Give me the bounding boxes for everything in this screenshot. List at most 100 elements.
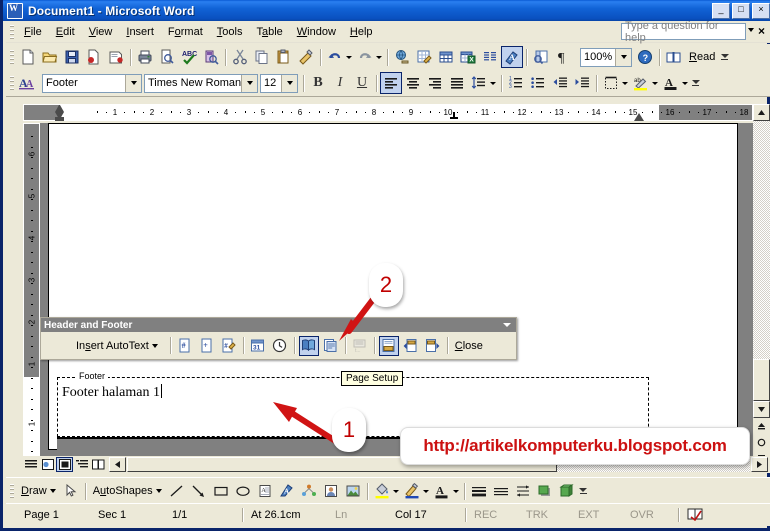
new-blank-document-icon[interactable] [17,46,39,68]
insert-excel-worksheet-icon[interactable]: X [457,46,479,68]
undo-icon[interactable] [324,46,346,68]
redo-icon[interactable] [354,46,376,68]
menu-file[interactable]: File [17,23,49,41]
standard-toolbar-grip[interactable] [10,50,14,64]
font-color-dropdown-icon[interactable] [452,489,459,493]
diagram-icon[interactable] [298,480,320,502]
align-center-icon[interactable] [402,72,424,94]
spelling-and-grammar-icon[interactable]: ABC [178,46,200,68]
font-size-combo[interactable]: 12 [260,73,298,93]
border-dropdown-icon[interactable] [622,81,628,85]
columns-icon[interactable] [479,46,501,68]
zoom-dropdown-icon[interactable] [615,48,631,66]
arrow-icon[interactable] [188,480,210,502]
permission-icon[interactable] [105,46,127,68]
vertical-ruler[interactable]: 6 5 4 3 2 1 1 [23,123,40,456]
normal-view-button[interactable] [22,457,39,472]
drawing-toolbar-overflow-icon[interactable] [578,480,589,502]
line-color-icon[interactable] [401,480,423,502]
tables-and-borders-icon[interactable] [413,46,435,68]
font-combo[interactable]: Times New Roman [144,73,258,93]
standard-toolbar-overflow-icon[interactable] [719,46,730,68]
text-box-icon[interactable]: A [254,480,276,502]
first-line-indent-marker[interactable] [55,104,64,112]
arrow-style-icon[interactable] [512,480,534,502]
document-map-icon[interactable] [530,46,552,68]
maximize-button[interactable]: □ [732,3,750,19]
highlight-icon[interactable]: ab [630,72,652,94]
line-icon[interactable] [166,480,188,502]
status-rec[interactable]: REC [468,509,520,521]
mail-recipient-icon[interactable] [83,46,105,68]
show-previous-icon[interactable] [401,336,421,356]
outside-border-icon[interactable] [600,72,622,94]
menu-view[interactable]: View [82,23,120,41]
line-spacing-icon[interactable] [468,72,490,94]
redo-dropdown-icon[interactable] [376,55,382,59]
menu-table[interactable]: Table [249,23,289,41]
menubar-grip[interactable] [10,24,14,39]
ask-a-question-box[interactable]: Type a question for help [621,20,746,44]
bullets-icon[interactable] [527,72,549,94]
align-left-icon[interactable] [380,72,402,94]
3d-style-icon[interactable] [556,480,578,502]
menu-tools[interactable]: Tools [210,23,250,41]
formatting-toolbar-grip[interactable] [10,76,14,90]
align-right-icon[interactable] [424,72,446,94]
print-layout-view-button[interactable] [56,457,73,472]
line-spacing-dropdown-icon[interactable] [490,81,496,85]
rectangle-icon[interactable] [210,480,232,502]
insert-hyperlink-icon[interactable] [391,46,413,68]
vertical-scrollbar[interactable] [753,104,770,466]
formatting-toolbar-overflow-icon[interactable] [690,72,701,94]
menu-window[interactable]: Window [290,23,343,41]
select-browse-object-button[interactable] [753,434,770,450]
menu-edit[interactable]: Edit [49,23,82,41]
fill-color-icon[interactable] [371,480,393,502]
insert-table-icon[interactable] [435,46,457,68]
draw-menu-button[interactable]: Draw [17,485,60,497]
dash-style-icon[interactable] [490,480,512,502]
format-painter-icon[interactable] [295,46,317,68]
status-ext[interactable]: EXT [572,509,624,521]
open-icon[interactable] [39,46,61,68]
menu-format[interactable]: Format [161,23,210,41]
toolbar-options-icon[interactable] [503,323,511,327]
scroll-right-button[interactable] [751,457,768,472]
undo-dropdown-icon[interactable] [346,55,352,59]
spelling-status-icon[interactable] [681,506,710,524]
align-justify-icon[interactable] [446,72,468,94]
font-color-dropdown-icon[interactable] [682,81,688,85]
insert-number-of-pages-icon[interactable]: + [197,336,217,356]
styles-and-formatting-icon[interactable]: AA [17,72,39,94]
cut-icon[interactable] [229,46,251,68]
show-next-icon[interactable] [423,336,443,356]
autoshapes-menu-button[interactable]: Au toShapes [89,485,166,497]
style-combo[interactable]: Footer [42,73,142,93]
line-color-dropdown-icon[interactable] [422,489,429,493]
outline-view-button[interactable] [73,457,90,472]
picture-icon[interactable] [342,480,364,502]
page-setup-icon[interactable] [298,335,319,356]
header-and-footer-toolbar[interactable]: Header and Footer In s ert AutoText # + # … [40,317,517,360]
right-indent-marker[interactable] [634,113,644,121]
status-trk[interactable]: TRK [520,509,572,521]
decrease-indent-icon[interactable] [549,72,571,94]
print-icon[interactable] [134,46,156,68]
oval-icon[interactable] [232,480,254,502]
reading-layout-view-button[interactable] [90,457,107,472]
scroll-down-button[interactable] [753,401,770,418]
minimize-button[interactable]: _ [712,3,730,19]
web-layout-view-button[interactable] [39,457,56,472]
footer-text[interactable]: Footer halaman 1 [62,384,162,401]
italic-button[interactable]: I [329,72,351,94]
font-color-icon[interactable]: A [431,480,453,502]
menu-help[interactable]: Help [343,23,380,41]
line-style-icon[interactable] [468,480,490,502]
font-color-icon[interactable]: A [660,72,682,94]
wordart-icon[interactable]: A [276,480,298,502]
tab-stop-marker[interactable] [450,112,458,119]
insert-time-icon[interactable] [270,336,290,356]
ask-a-question-dropdown-icon[interactable] [748,28,754,32]
scroll-left-button[interactable] [109,457,126,472]
